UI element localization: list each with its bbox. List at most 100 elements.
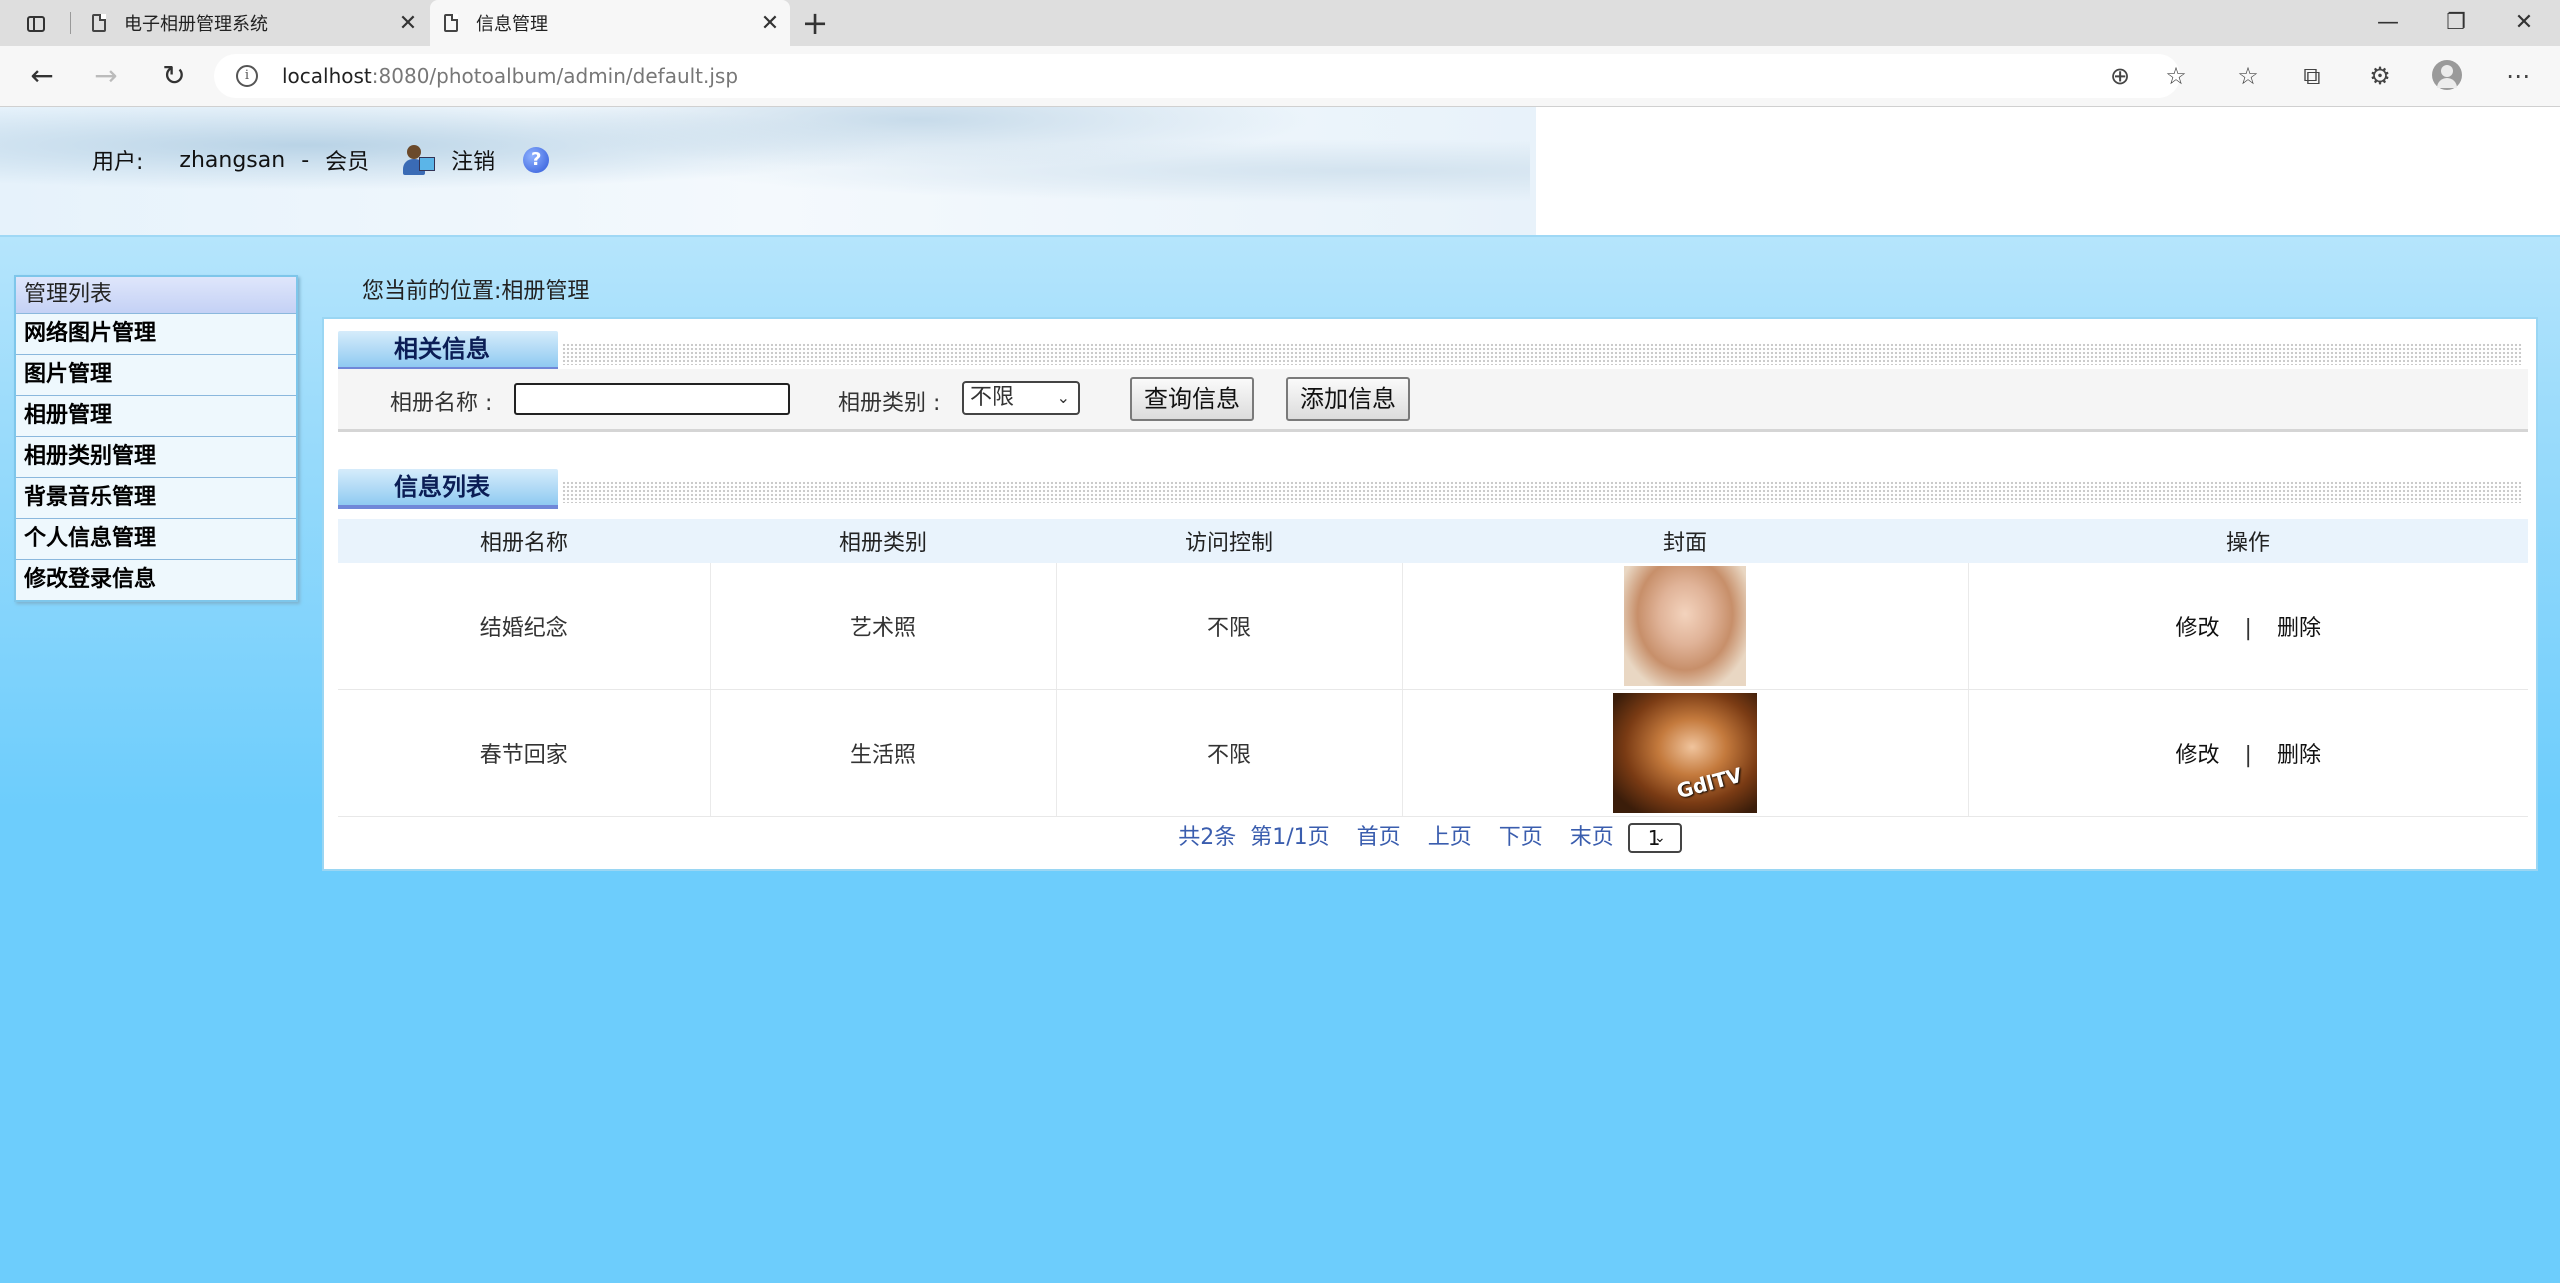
forward-icon[interactable]: → — [88, 58, 124, 94]
edit-link[interactable]: 修改 — [2176, 743, 2220, 768]
tab-separator — [70, 12, 71, 34]
close-tab-icon[interactable]: ✕ — [396, 11, 420, 36]
sidebar-item-music[interactable]: 背景音乐管理 — [16, 478, 296, 519]
column-header: 访问控制 — [1056, 519, 1402, 563]
browser-tab-1[interactable]: 电子相册管理系统 ✕ — [78, 0, 428, 46]
pager-prev[interactable]: 上页 — [1428, 825, 1472, 850]
column-header: 相册类别 — [710, 519, 1056, 563]
page-icon — [92, 14, 106, 32]
page-content: 用户: zhangsan - 会员 注销 ? 管理列表 网络图片管理 图片管理 … — [0, 107, 2560, 1283]
cover-cell — [1402, 563, 1969, 690]
tab-title: 电子相册管理系统 — [124, 14, 268, 35]
chevron-down-icon: ⌄ — [1056, 388, 1070, 407]
profile-avatar[interactable] — [2432, 60, 2462, 90]
sidebar-item-album-category[interactable]: 相册类别管理 — [16, 437, 296, 478]
query-button[interactable]: 查询信息 — [1130, 377, 1254, 421]
cover-watermark: GdlTV — [1674, 762, 1745, 804]
search-section-header: 相关信息 — [338, 331, 2528, 373]
back-icon[interactable]: ← — [24, 58, 60, 94]
page-select[interactable]: 1 ⌄ — [1627, 823, 1682, 853]
sidebar-item-profile[interactable]: 个人信息管理 — [16, 519, 296, 560]
new-tab-icon[interactable]: + — [800, 4, 830, 42]
album-type-cell: 艺术照 — [710, 563, 1057, 690]
album-name-input[interactable] — [514, 383, 790, 415]
album-type-label: 相册类别 : — [838, 391, 941, 416]
favorites-icon[interactable]: ☆ — [2232, 60, 2264, 92]
site-info-icon[interactable]: i — [236, 65, 258, 87]
album-name-cell: 春节回家 — [338, 689, 711, 817]
favorite-add-icon[interactable]: ☆ — [2160, 60, 2192, 92]
list-section-title: 信息列表 — [338, 469, 558, 509]
header-dots — [562, 343, 2522, 365]
access-cell: 不限 — [1056, 563, 1403, 690]
address-bar: ← → ↻ i localhost:8080/photoalbum/admin/… — [0, 46, 2560, 107]
pager-last[interactable]: 末页 — [1570, 825, 1614, 850]
close-tab-icon[interactable]: ✕ — [758, 11, 782, 36]
album-name-label: 相册名称 : — [390, 391, 493, 416]
table-row: 春节回家 生活照 不限 GdlTV 修改 | 删除 — [338, 689, 2528, 817]
pager-total: 共2条 — [1178, 825, 1237, 850]
help-icon[interactable]: ? — [523, 147, 550, 173]
more-menu-icon[interactable]: ⋯ — [2502, 60, 2534, 92]
breadcrumb: 您当前的位置:相册管理 — [362, 279, 590, 304]
browser-tabstrip: 电子相册管理系统 ✕ 信息管理 ✕ + — ❐ ✕ — [0, 0, 2560, 46]
sidebar-title: 管理列表 — [16, 277, 296, 314]
user-label: 用户: — [92, 150, 144, 175]
sidebar-item-web-image[interactable]: 网络图片管理 — [16, 314, 296, 355]
tab-title: 信息管理 — [476, 14, 548, 35]
cover-image[interactable]: GdlTV — [1613, 693, 1757, 813]
op-separator: | — [2244, 743, 2252, 768]
album-type-cell: 生活照 — [710, 689, 1057, 817]
list-section-header: 信息列表 — [338, 469, 2528, 511]
profile-sync-icon[interactable]: ⚙ — [2364, 60, 2396, 92]
column-header: 封面 — [1402, 519, 1968, 563]
user-icon — [401, 143, 436, 177]
sidebar-item-album[interactable]: 相册管理 — [16, 396, 296, 437]
column-header: 相册名称 — [338, 519, 710, 563]
refresh-icon[interactable]: ↻ — [156, 58, 192, 94]
browser-tab-2[interactable]: 信息管理 ✕ — [430, 0, 790, 46]
cover-image[interactable] — [1624, 566, 1746, 686]
add-button[interactable]: 添加信息 — [1286, 377, 1410, 421]
header-banner: 用户: zhangsan - 会员 注销 ? — [0, 107, 2560, 237]
pager-next[interactable]: 下页 — [1499, 825, 1543, 850]
pagination: 共2条 第1/1页 首页 上页 下页 末页 1 ⌄ — [324, 819, 2536, 853]
logout-link[interactable]: 注销 — [451, 144, 495, 176]
page-icon — [444, 14, 458, 32]
main-panel: 相关信息 相册名称 : 相册类别 : 不限 ⌄ 查询信息 添加信息 信息列表 相… — [322, 317, 2538, 871]
delete-link[interactable]: 删除 — [2277, 743, 2321, 768]
user-bar: 用户: zhangsan - 会员 注销 ? — [92, 143, 550, 177]
table-row: 结婚纪念 艺术照 不限 修改 | 删除 — [338, 563, 2528, 690]
pager-page: 第1/1页 — [1250, 825, 1330, 850]
restore-icon[interactable]: ❐ — [2436, 6, 2476, 40]
tab-actions-icon[interactable] — [20, 8, 52, 40]
user-role: 会员 — [325, 150, 370, 175]
minimize-icon[interactable]: — — [2368, 6, 2408, 40]
edit-link[interactable]: 修改 — [2176, 616, 2220, 641]
url-field[interactable]: i localhost:8080/photoalbum/admin/defaul… — [214, 54, 2180, 98]
sidebar-item-login-info[interactable]: 修改登录信息 — [16, 560, 296, 600]
delete-link[interactable]: 删除 — [2277, 616, 2321, 641]
pager-first[interactable]: 首页 — [1357, 825, 1401, 850]
search-section-title: 相关信息 — [338, 331, 558, 371]
username: zhangsan — [179, 147, 286, 173]
header-dots — [562, 481, 2522, 503]
zoom-icon[interactable]: ⊕ — [2104, 60, 2136, 92]
operation-cell: 修改 | 删除 — [1968, 689, 2528, 817]
user-separator: - — [301, 147, 310, 173]
column-header: 操作 — [1968, 519, 2528, 563]
access-cell: 不限 — [1056, 689, 1403, 817]
operation-cell: 修改 | 删除 — [1968, 563, 2528, 690]
sidebar-item-image[interactable]: 图片管理 — [16, 355, 296, 396]
chevron-down-icon: ⌄ — [1654, 830, 1666, 846]
close-window-icon[interactable]: ✕ — [2504, 6, 2544, 40]
table-header-row: 相册名称 相册类别 访问控制 封面 操作 — [338, 519, 2528, 563]
collections-icon[interactable]: ⧉ — [2296, 60, 2328, 92]
sidebar: 管理列表 网络图片管理 图片管理 相册管理 相册类别管理 背景音乐管理 个人信息… — [14, 275, 298, 602]
album-type-select[interactable]: 不限 ⌄ — [962, 381, 1080, 415]
cover-cell: GdlTV — [1402, 689, 1969, 817]
search-panel: 相册名称 : 相册类别 : 不限 ⌄ 查询信息 添加信息 — [338, 369, 2528, 432]
album-table: 相册名称 相册类别 访问控制 封面 操作 结婚纪念 艺术照 不限 修改 | 删除 — [338, 519, 2528, 817]
op-separator: | — [2244, 616, 2252, 641]
album-name-cell: 结婚纪念 — [338, 563, 711, 690]
